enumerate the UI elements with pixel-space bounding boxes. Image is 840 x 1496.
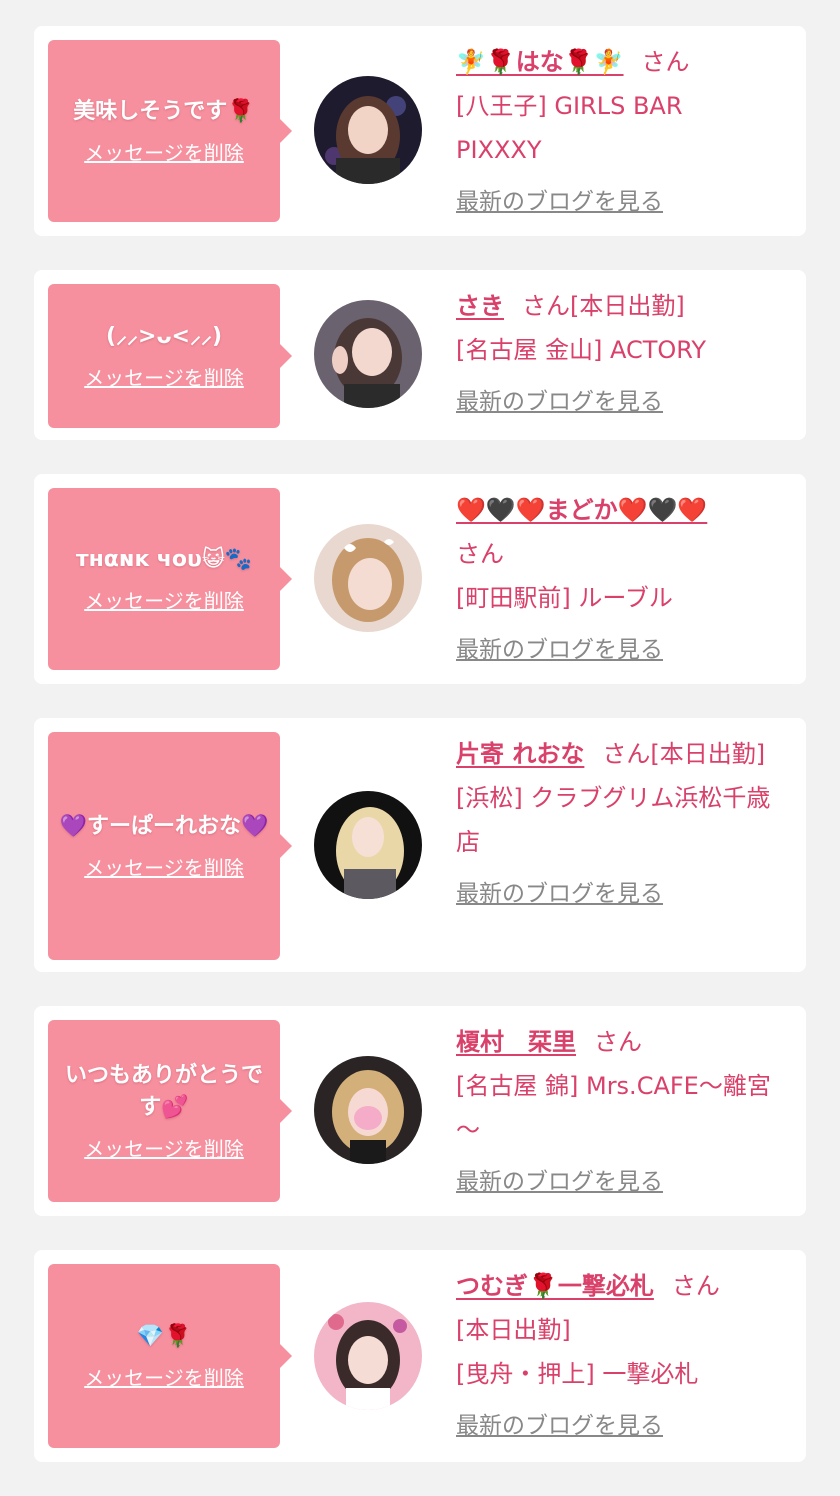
shop-line: PIXXXY xyxy=(456,136,542,164)
message-text: いつもありがとうです💕 xyxy=(64,1063,263,1120)
latest-blog-link[interactable]: 最新のブログを見る xyxy=(456,1162,663,1202)
message-bubble: いつもありがとうです💕 メッセージを削除 xyxy=(48,1020,292,1202)
message-card: 美味しそうです🌹 メッセージを削除 🧚🌹はな🌹🧚 さん [八王子] GIRLS B… xyxy=(34,26,806,236)
shop-line: [曳舟・押上] 一撃必札 xyxy=(456,1360,699,1388)
avatar[interactable] xyxy=(314,1302,422,1410)
avatar[interactable] xyxy=(314,300,422,408)
delete-message-link[interactable]: メッセージを削除 xyxy=(84,140,244,166)
name-line: つむぎ🌹一撃必札 さん xyxy=(456,1264,792,1308)
message-bubble: 美味しそうです🌹 メッセージを削除 xyxy=(48,40,292,222)
honorific: さん xyxy=(594,1028,642,1056)
message-bubble: (⸝⸝>ᴗ<⸝⸝) メッセージを削除 xyxy=(48,284,292,428)
cast-info: さき さん[本日出勤] [名古屋 金山] ACTORY 最新のブログを見る xyxy=(456,284,792,423)
cast-info: ❤️🖤❤️まどか❤️🖤❤️ さん [町田駅前] ルーブル 最新のブログを見る xyxy=(456,488,792,671)
shop-line: [八王子] GIRLS BAR xyxy=(456,92,683,120)
shop-line: [浜松] クラブグリム浜松千歳店 xyxy=(456,784,771,856)
cast-name-link[interactable]: 片寄 れおな xyxy=(456,740,584,768)
avatar[interactable] xyxy=(314,1056,422,1164)
delete-message-link[interactable]: メッセージを削除 xyxy=(84,365,244,391)
delete-message-link[interactable]: メッセージを削除 xyxy=(84,855,244,881)
cast-name-link[interactable]: さき xyxy=(456,292,504,320)
cast-info: つむぎ🌹一撃必札 さん [本日出勤] [曳舟・押上] 一撃必札 最新のブログを見る xyxy=(456,1264,792,1447)
cast-name-link[interactable]: ❤️🖤❤️まどか❤️🖤❤️ xyxy=(456,496,707,524)
name-line: 🧚🌹はな🌹🧚 さん xyxy=(456,40,792,84)
latest-blog-link[interactable]: 最新のブログを見る xyxy=(456,182,663,222)
honorific: さん xyxy=(522,292,570,320)
message-bubble: 💜すーぱーれおな💜 メッセージを削除 xyxy=(48,732,292,960)
avatar[interactable] xyxy=(314,524,422,632)
shop-line: [町田駅前] ルーブル xyxy=(456,584,673,612)
honorific: さん xyxy=(602,740,651,768)
cast-info: 🧚🌹はな🌹🧚 さん [八王子] GIRLS BAR PIXXXY 最新のブログを見… xyxy=(456,40,792,223)
name-line: さき さん[本日出勤] xyxy=(456,284,792,328)
avatar[interactable] xyxy=(314,76,422,184)
cast-info: 片寄 れおな さん[本日出勤] [浜松] クラブグリム浜松千歳店 最新のブログを見… xyxy=(456,732,792,915)
message-card: (⸝⸝>ᴗ<⸝⸝) メッセージを削除 さき さん[本日出勤] [名古屋 金山] A… xyxy=(34,270,806,440)
message-card: いつもありがとうです💕 メッセージを削除 榎村 栞里 さん [名古屋 錦] Mrs… xyxy=(34,1006,806,1216)
message-text: тнαɴĸ чoυ😺🐾 xyxy=(75,547,253,572)
status-label: [本日出勤] xyxy=(456,1316,571,1344)
shop-line: [名古屋 金山] ACTORY xyxy=(456,336,707,364)
avatar[interactable] xyxy=(314,791,422,899)
status-label: [本日出勤] xyxy=(650,740,766,768)
latest-blog-link[interactable]: 最新のブログを見る xyxy=(456,382,663,422)
honorific: さん xyxy=(641,48,690,76)
avatar-photo-icon xyxy=(314,76,422,184)
message-text: (⸝⸝>ᴗ<⸝⸝) xyxy=(105,324,223,349)
honorific: さん xyxy=(456,540,504,568)
latest-blog-link[interactable]: 最新のブログを見る xyxy=(456,1406,663,1446)
delete-message-link[interactable]: メッセージを削除 xyxy=(84,588,244,614)
avatar-photo-icon xyxy=(314,300,422,408)
name-line: 片寄 れおな さん[本日出勤] xyxy=(456,732,792,776)
avatar-photo-icon xyxy=(314,1056,422,1164)
name-line: 榎村 栞里 さん xyxy=(456,1020,792,1064)
delete-message-link[interactable]: メッセージを削除 xyxy=(84,1136,244,1162)
message-card: 💎🌹 メッセージを削除 つむぎ🌹一撃必札 さん [本日出勤] [曳舟・押上] 一撃… xyxy=(34,1250,806,1462)
message-text: 💜すーぱーれおな💜 xyxy=(59,814,269,839)
latest-blog-link[interactable]: 最新のブログを見る xyxy=(456,874,663,914)
cast-name-link[interactable]: 🧚🌹はな🌹🧚 xyxy=(456,48,624,76)
latest-blog-link[interactable]: 最新のブログを見る xyxy=(456,630,663,670)
avatar-photo-icon xyxy=(314,791,422,899)
cast-name-link[interactable]: 榎村 栞里 xyxy=(456,1028,576,1056)
message-text: 💎🌹 xyxy=(136,1324,192,1349)
avatar-photo-icon xyxy=(314,1302,422,1410)
shop-line: [名古屋 錦] Mrs.CAFE～離宮～ xyxy=(456,1072,771,1144)
honorific: さん xyxy=(671,1272,720,1300)
avatar-photo-icon xyxy=(314,524,422,632)
message-bubble: тнαɴĸ чoυ😺🐾 メッセージを削除 xyxy=(48,488,292,670)
delete-message-link[interactable]: メッセージを削除 xyxy=(84,1365,244,1391)
message-card: тнαɴĸ чoυ😺🐾 メッセージを削除 ❤️🖤❤️まどか❤️🖤❤️ さん [町… xyxy=(34,474,806,684)
cast-info: 榎村 栞里 さん [名古屋 錦] Mrs.CAFE～離宮～ 最新のブログを見る xyxy=(456,1020,792,1203)
status-label: [本日出勤] xyxy=(570,292,685,320)
message-text: 美味しそうです🌹 xyxy=(73,99,255,124)
cast-name-link[interactable]: つむぎ🌹一撃必札 xyxy=(456,1272,654,1300)
message-card: 💜すーぱーれおな💜 メッセージを削除 片寄 れおな さん[本日出勤] [浜松] ク… xyxy=(34,718,806,972)
message-bubble: 💎🌹 メッセージを削除 xyxy=(48,1264,292,1448)
name-line: ❤️🖤❤️まどか❤️🖤❤️ xyxy=(456,488,792,532)
